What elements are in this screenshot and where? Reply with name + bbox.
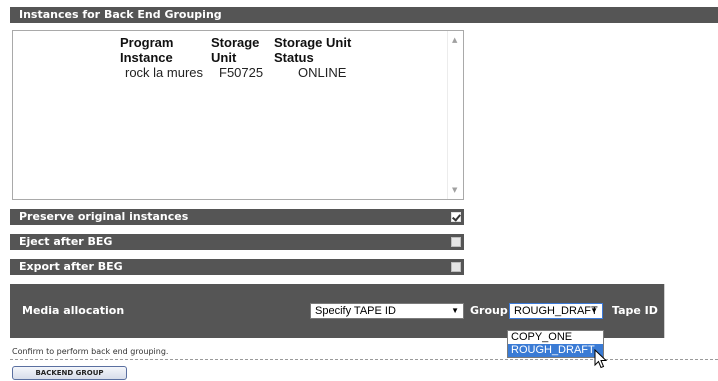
eject-after-beg-row: Eject after BEG (10, 234, 464, 250)
tape-id-label: Tape ID (612, 304, 658, 317)
header-program-instance: Program Instance (120, 35, 174, 65)
preserve-instances-row: Preserve original instances (10, 209, 464, 225)
preserve-instances-checkbox[interactable] (451, 212, 461, 222)
group-select[interactable]: ROUGH_DRAFT ▼ (509, 303, 603, 319)
cell-storage-unit[interactable]: F50725 (219, 65, 263, 80)
export-after-beg-row: Export after BEG (10, 259, 464, 275)
preserve-instances-label: Preserve original instances (19, 210, 189, 223)
cell-program-instance[interactable]: rock la mures (125, 65, 203, 80)
scroll-up-icon[interactable]: ▲ (452, 36, 457, 44)
chevron-down-icon: ▼ (451, 306, 459, 315)
media-allocation-label: Media allocation (22, 304, 125, 317)
group-label: Group (470, 304, 508, 317)
eject-after-beg-label: Eject after BEG (19, 235, 113, 248)
list-scrollbar[interactable]: ▲ ▼ (447, 31, 463, 199)
tape-id-field[interactable] (664, 284, 718, 338)
header-storage-unit-status: Storage Unit Status (274, 35, 352, 65)
instances-list[interactable]: Program Instance Storage Unit Storage Un… (12, 30, 464, 200)
scroll-down-icon[interactable]: ▼ (452, 186, 457, 194)
mouse-cursor-icon (594, 349, 608, 369)
tape-allocation-select[interactable]: Specify TAPE ID ▼ (310, 303, 464, 319)
eject-after-beg-checkbox[interactable] (451, 237, 461, 247)
cell-status[interactable]: ONLINE (298, 65, 346, 80)
group-option-copy-one[interactable]: COPY_ONE (508, 331, 603, 344)
divider (10, 359, 718, 360)
group-option-rough-draft[interactable]: ROUGH_DRAFT (508, 344, 603, 357)
section-title: Instances for Back End Grouping (10, 7, 718, 23)
media-allocation-panel: Media allocation Specify TAPE ID ▼ Group… (10, 284, 718, 338)
export-after-beg-checkbox[interactable] (451, 262, 461, 272)
header-storage-unit: Storage Unit (211, 35, 260, 65)
backend-group-button[interactable]: BACKEND GROUP (12, 366, 127, 380)
export-after-beg-label: Export after BEG (19, 260, 123, 273)
group-dropdown-list[interactable]: COPY_ONE ROUGH_DRAFT (507, 330, 604, 358)
confirm-text: Confirm to perform back end grouping. (12, 347, 169, 356)
chevron-down-icon: ▼ (590, 306, 598, 315)
